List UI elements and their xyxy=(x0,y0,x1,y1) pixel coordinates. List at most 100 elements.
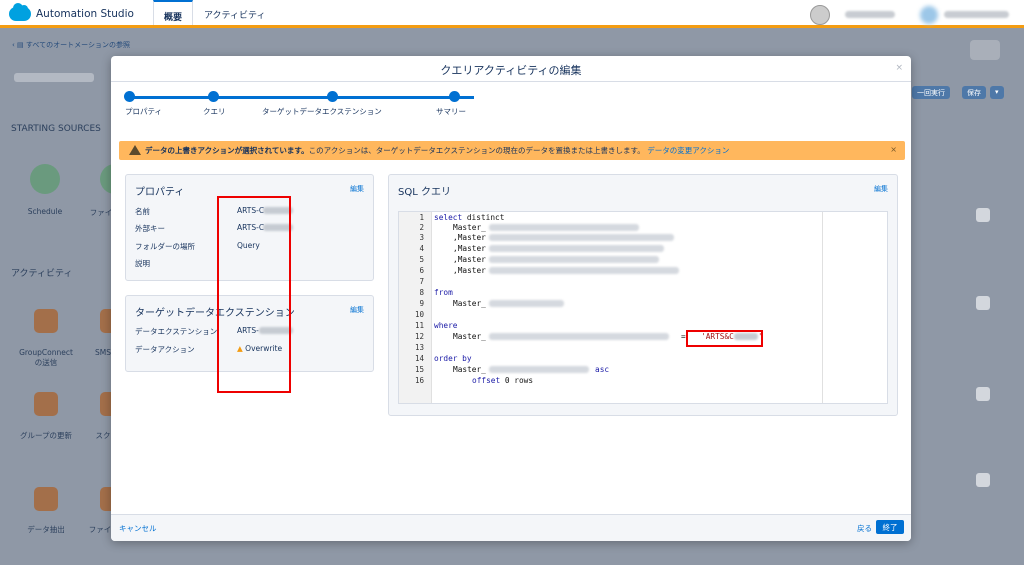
save-dropdown-icon[interactable]: ▾ xyxy=(990,86,1004,99)
line-number: 4 xyxy=(419,244,424,253)
cancel-button[interactable]: キャンセル xyxy=(119,523,157,534)
sql-line-11: where xyxy=(434,321,458,330)
org-avatar-blurred xyxy=(920,6,938,24)
step-dropdown-icon[interactable] xyxy=(976,387,990,401)
properties-edit-link[interactable]: 編集 xyxy=(350,184,364,194)
copy-delete-icons[interactable] xyxy=(970,40,1000,60)
sql-line-4: ,Master xyxy=(453,244,486,253)
keyword: select xyxy=(434,213,463,222)
save-button[interactable]: 保存 xyxy=(962,86,986,99)
close-icon[interactable]: × xyxy=(895,63,903,73)
finish-button[interactable]: 終了 xyxy=(876,520,904,534)
sql-line-2: Master_ xyxy=(453,223,486,232)
sql-line-12: Master_ xyxy=(453,332,486,341)
code-text: distinct xyxy=(462,213,505,222)
schedule-icon[interactable] xyxy=(30,164,60,194)
file-transfer-label: ファイ xyxy=(88,525,112,534)
modal-footer: キャンセル 戻る 終了 xyxy=(111,514,911,541)
asc-keyword: asc xyxy=(595,365,610,374)
step-dot-target[interactable] xyxy=(327,91,338,102)
keyword: offset xyxy=(472,376,501,385)
data-action-label: データアクション xyxy=(135,345,195,354)
line-number: 12 xyxy=(414,332,424,341)
run-once-button[interactable]: 一回実行 xyxy=(912,86,950,99)
line-number: 2 xyxy=(419,223,424,232)
back-link[interactable]: ‹ ▤ すべてのオートメーションの参照 xyxy=(12,40,130,50)
line-number: 10 xyxy=(414,310,424,319)
groupconnect-icon[interactable] xyxy=(34,309,58,333)
step-dropdown-icon[interactable] xyxy=(976,208,990,222)
data-extension-label: データエクステンション xyxy=(135,327,218,336)
line-number: 8 xyxy=(419,288,424,297)
sql-line-9: Master_ xyxy=(453,299,486,308)
line-number: 13 xyxy=(414,343,424,352)
progress-track xyxy=(129,96,474,99)
column-blurred xyxy=(489,245,664,252)
step-label-summary[interactable]: サマリー xyxy=(436,106,466,117)
highlight-box xyxy=(217,196,291,393)
sql-query-card: SQL クエリ 編集 1 2 3 4 5 6 7 8 9 10 11 12 13… xyxy=(388,174,898,416)
sql-line-3: ,Master xyxy=(453,233,486,242)
step-label-query[interactable]: クエリ xyxy=(203,106,226,117)
back-link-label: すべてのオートメーションの参照 xyxy=(25,41,130,49)
automation-name-blurred xyxy=(14,73,94,82)
folder-label: フォルダーの場所 xyxy=(135,242,195,251)
line-number: 14 xyxy=(414,354,424,363)
description-label: 説明 xyxy=(135,259,150,268)
sql-line-14: order by xyxy=(434,354,472,363)
table-blurred xyxy=(489,300,564,307)
group-update-icon[interactable] xyxy=(34,392,58,416)
sql-editor[interactable]: 1 2 3 4 5 6 7 8 9 10 11 12 13 14 15 16 s… xyxy=(398,211,888,404)
warning-icon xyxy=(129,145,141,155)
data-extract-icon[interactable] xyxy=(34,487,58,511)
sql-line-16: offset 0 rows xyxy=(472,376,533,385)
activities-heading: アクティビティ xyxy=(11,269,73,279)
warning-bold-text: データの上書きアクションが選択されています。 xyxy=(145,146,309,155)
line-number: 1 xyxy=(419,213,424,222)
external-key-label: 外部キー xyxy=(135,224,165,233)
overwrite-warning: データの上書きアクションが選択されています。このアクションは、ターゲットデータエ… xyxy=(119,141,905,160)
column-blurred xyxy=(489,267,679,274)
schedule-label: Schedule xyxy=(27,207,63,216)
back-button[interactable]: 戻る xyxy=(857,523,872,534)
step-label-target[interactable]: ターゲットデータエクステンション xyxy=(262,106,382,117)
step-label-properties[interactable]: プロパティ xyxy=(125,106,162,117)
column-blurred xyxy=(489,224,639,231)
tab-overview[interactable]: 概要 xyxy=(153,0,194,25)
user-name-blurred xyxy=(845,11,895,18)
line-number: 5 xyxy=(419,255,424,264)
groupconnect-label: GroupConnect の送信 xyxy=(19,348,73,367)
salesforce-logo-icon xyxy=(9,3,31,21)
sql-edit-link[interactable]: 編集 xyxy=(874,184,888,194)
query-activity-modal: クエリアクティビティの編集 × プロパティ クエリ ターゲットデータエクステンシ… xyxy=(111,56,911,541)
tab-activities[interactable]: アクティビティ xyxy=(194,0,275,25)
condition-blurred xyxy=(489,333,669,340)
code-text: rows xyxy=(514,376,534,385)
literal-highlight-box xyxy=(686,330,763,347)
step-dropdown-icon[interactable] xyxy=(976,296,990,310)
line-number: 7 xyxy=(419,277,424,286)
script-label: スク xyxy=(95,431,111,440)
step-dropdown-icon[interactable] xyxy=(976,473,990,487)
data-action-link[interactable]: データの変更アクション xyxy=(647,146,729,155)
target-de-edit-link[interactable]: 編集 xyxy=(350,305,364,315)
line-gutter: 1 2 3 4 5 6 7 8 9 10 11 12 13 14 15 16 xyxy=(399,212,432,403)
warning-close-icon[interactable]: × xyxy=(890,145,897,154)
starting-sources-heading: STARTING SOURCES xyxy=(11,124,101,134)
column-blurred xyxy=(489,256,659,263)
order-column-blurred xyxy=(489,366,589,373)
line-number: 3 xyxy=(419,233,424,242)
org-name-blurred xyxy=(944,11,1009,18)
line-number: 16 xyxy=(414,376,424,385)
step-dot-properties[interactable] xyxy=(124,91,135,102)
sms-label: SMS xyxy=(95,348,111,357)
line-number: 6 xyxy=(419,266,424,275)
line-number: 11 xyxy=(414,321,424,330)
step-dot-summary[interactable] xyxy=(449,91,460,102)
avatar[interactable] xyxy=(810,5,830,25)
group-update-label: グループの更新 xyxy=(19,431,73,440)
app-title: Automation Studio xyxy=(36,8,134,20)
line-number: 9 xyxy=(419,299,424,308)
modal-title: クエリアクティビティの編集 xyxy=(440,64,582,77)
step-dot-query[interactable] xyxy=(208,91,219,102)
